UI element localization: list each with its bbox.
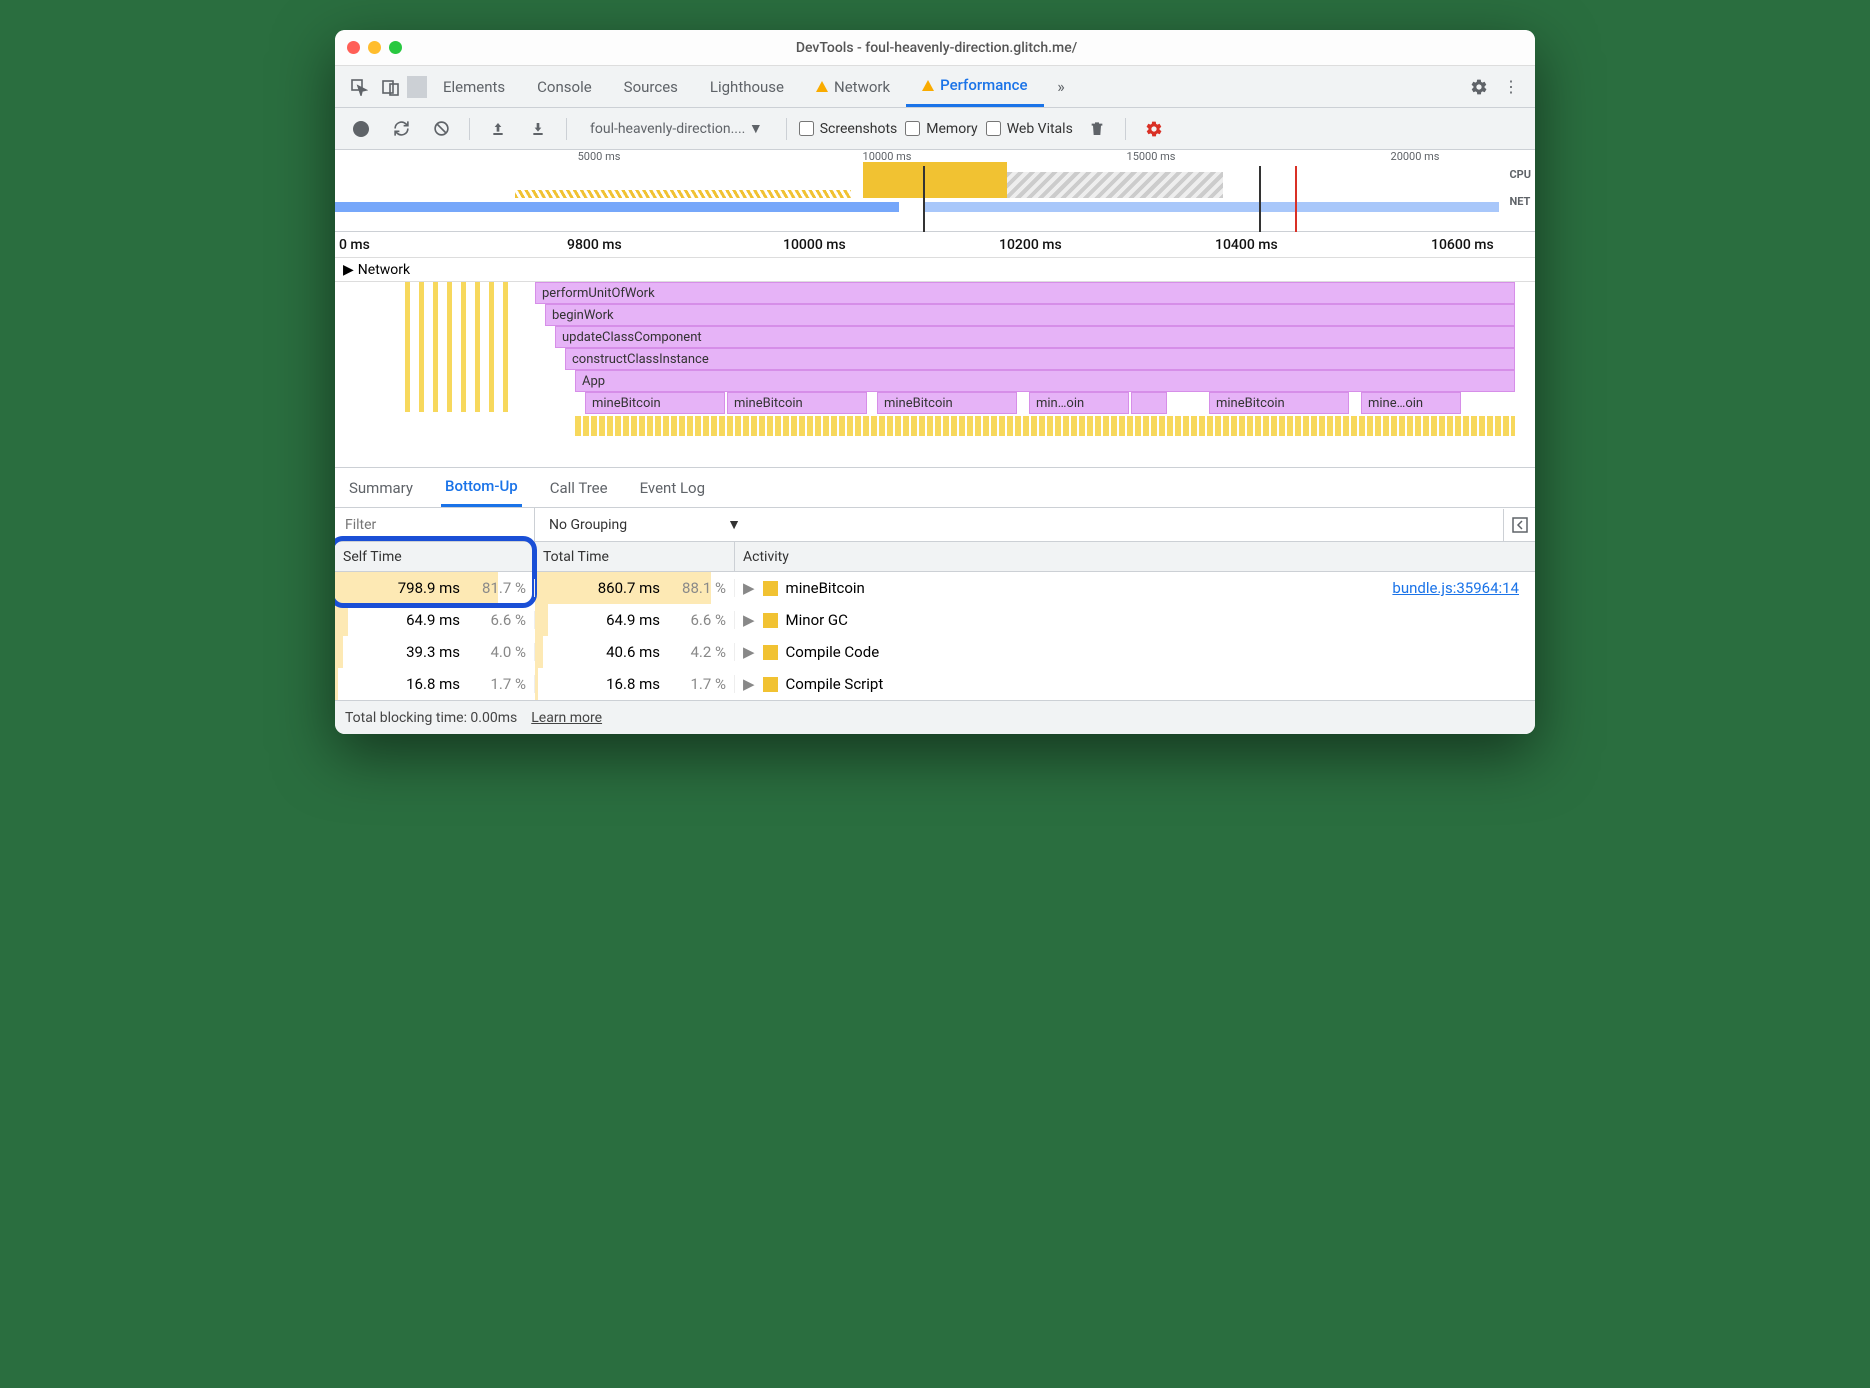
table-body: 798.9 ms81.7 %860.7 ms88.1 %▶mineBitcoin… — [335, 572, 1535, 700]
tab-network[interactable]: Network — [800, 66, 906, 107]
settings-icon[interactable] — [1463, 71, 1495, 103]
screenshots-checkbox[interactable]: Screenshots — [799, 121, 898, 137]
subtab-calltree[interactable]: Call Tree — [546, 470, 612, 506]
flame-frame[interactable]: mineBitcoin — [727, 392, 867, 414]
table-row[interactable]: 16.8 ms1.7 %16.8 ms1.7 %▶Compile Script — [335, 668, 1535, 700]
net-label: NET — [1509, 195, 1531, 208]
minimize-icon[interactable] — [368, 41, 381, 54]
flame-frame[interactable]: constructClassInstance — [565, 348, 1515, 370]
overview-tick: 5000 ms — [578, 150, 621, 163]
script-icon — [763, 645, 778, 660]
devtools-window: DevTools - foul-heavenly-direction.glitc… — [335, 30, 1535, 734]
overview-tick: 20000 ms — [1391, 150, 1440, 163]
reload-button[interactable] — [385, 113, 417, 145]
table-header: Self Time Total Time Activity — [335, 542, 1535, 572]
warning-icon — [922, 80, 934, 91]
capture-settings-icon[interactable] — [1138, 113, 1170, 145]
filter-input[interactable] — [335, 508, 535, 541]
flame-frame[interactable]: performUnitOfWork — [535, 282, 1515, 304]
flame-chart[interactable]: performUnitOfWorkbeginWorkupdateClassCom… — [335, 282, 1535, 468]
status-footer: Total blocking time: 0.00ms Learn more — [335, 700, 1535, 734]
flame-frame[interactable]: updateClassComponent — [555, 326, 1515, 348]
memory-checkbox[interactable]: Memory — [905, 121, 977, 137]
col-self-time[interactable]: Self Time — [335, 542, 535, 571]
cpu-label: CPU — [1509, 168, 1531, 181]
more-tabs-icon[interactable]: » — [1044, 71, 1076, 103]
device-icon[interactable] — [375, 71, 407, 103]
kebab-menu-icon[interactable]: ⋮ — [1495, 71, 1527, 103]
flame-frame[interactable]: mine…oin — [1361, 392, 1461, 414]
tab-lighthouse[interactable]: Lighthouse — [694, 66, 800, 107]
grouping-dropdown[interactable]: No Grouping▼ — [535, 516, 1503, 533]
upload-button[interactable] — [482, 113, 514, 145]
download-button[interactable] — [522, 113, 554, 145]
time-ruler[interactable]: 0 ms 9800 ms 10000 ms 10200 ms 10400 ms … — [335, 232, 1535, 258]
toggle-sidebar-icon[interactable] — [1503, 509, 1535, 541]
subtab-bottomup[interactable]: Bottom-Up — [441, 468, 522, 507]
clear-button[interactable] — [425, 113, 457, 145]
inspect-icon[interactable] — [343, 71, 375, 103]
col-total-time[interactable]: Total Time — [535, 542, 735, 571]
record-button[interactable] — [345, 113, 377, 145]
tab-sources[interactable]: Sources — [608, 66, 694, 107]
traffic-lights — [347, 41, 402, 54]
flame-frame[interactable] — [1131, 392, 1167, 414]
webvitals-checkbox[interactable]: Web Vitals — [986, 121, 1073, 137]
tbt-text: Total blocking time: 0.00ms — [345, 710, 517, 726]
col-activity[interactable]: Activity — [735, 542, 1535, 571]
flame-frame[interactable]: App — [575, 370, 1515, 392]
tab-performance[interactable]: Performance — [906, 66, 1043, 107]
flame-frame[interactable]: mineBitcoin — [1209, 392, 1349, 414]
subtab-eventlog[interactable]: Event Log — [636, 470, 709, 506]
trace-dropdown[interactable]: foul-heavenly-direction.... ▼ — [579, 115, 774, 142]
script-icon — [763, 581, 778, 596]
table-row[interactable]: 39.3 ms4.0 %40.6 ms4.2 %▶Compile Code — [335, 636, 1535, 668]
script-icon — [763, 677, 778, 692]
subtab-summary[interactable]: Summary — [345, 470, 417, 506]
window-title: DevTools - foul-heavenly-direction.glitc… — [402, 40, 1471, 56]
trash-icon[interactable] — [1081, 113, 1113, 145]
source-link[interactable]: bundle.js:35964:14 — [1392, 579, 1519, 597]
perf-toolbar: foul-heavenly-direction.... ▼ Screenshot… — [335, 108, 1535, 150]
tab-elements[interactable]: Elements — [427, 66, 521, 107]
overview-tick: 15000 ms — [1127, 150, 1176, 163]
close-icon[interactable] — [347, 41, 360, 54]
network-track-header[interactable]: ▶Network — [335, 258, 1535, 282]
flame-frame[interactable]: beginWork — [545, 304, 1515, 326]
learn-more-link[interactable]: Learn more — [531, 710, 602, 726]
panel-tabs: Elements Console Sources Lighthouse Netw… — [335, 66, 1535, 108]
flame-frame[interactable]: mineBitcoin — [585, 392, 725, 414]
flame-frame[interactable]: min…oin — [1029, 392, 1129, 414]
titlebar: DevTools - foul-heavenly-direction.glitc… — [335, 30, 1535, 66]
script-icon — [763, 613, 778, 628]
filter-row: No Grouping▼ — [335, 508, 1535, 542]
warning-icon — [816, 81, 828, 92]
table-row[interactable]: 798.9 ms81.7 %860.7 ms88.1 %▶mineBitcoin… — [335, 572, 1535, 604]
flame-frame[interactable]: mineBitcoin — [877, 392, 1017, 414]
tab-console[interactable]: Console — [521, 66, 608, 107]
timeline-overview[interactable]: 5000 ms 10000 ms 15000 ms 20000 ms CPU N… — [335, 150, 1535, 232]
zoom-icon[interactable] — [389, 41, 402, 54]
table-row[interactable]: 64.9 ms6.6 %64.9 ms6.6 %▶Minor GC — [335, 604, 1535, 636]
details-subtabs: Summary Bottom-Up Call Tree Event Log — [335, 468, 1535, 508]
